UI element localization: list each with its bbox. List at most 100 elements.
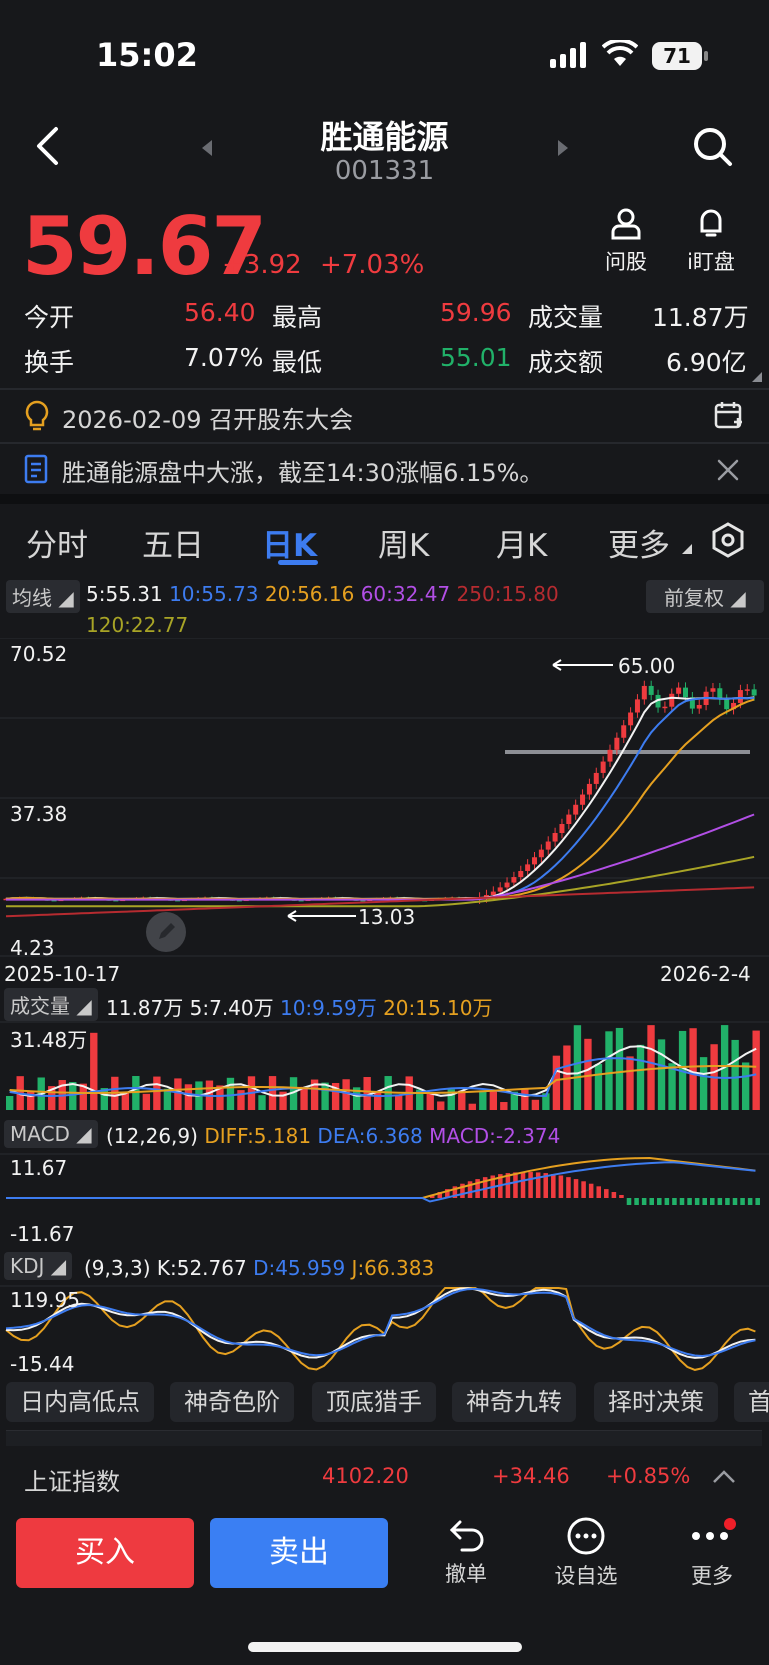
chip-color-scale[interactable]: 神奇色阶 <box>170 1382 294 1422</box>
ma-label: 均线 <box>12 586 52 610</box>
volume-bar <box>468 1103 476 1110</box>
candle-body <box>696 704 702 709</box>
date-end: 2026-2-4 <box>660 962 751 986</box>
macd-bar <box>573 1179 579 1198</box>
kdj-k-line <box>5 1287 756 1359</box>
index-value: 4102.20 <box>322 1464 409 1488</box>
macd-chart[interactable] <box>0 1152 769 1244</box>
candle-body <box>566 814 572 825</box>
add-watchlist-button[interactable]: 设自选 <box>548 1516 624 1590</box>
next-stock-icon[interactable] <box>556 140 568 156</box>
macd-bar <box>755 1198 760 1205</box>
index-bar[interactable]: 上证指数 4102.20 +34.46 +0.85% <box>0 1452 769 1502</box>
volume-bar <box>531 1099 540 1110</box>
candle-body <box>600 761 606 773</box>
expand-corner-icon[interactable] <box>752 372 762 382</box>
settings-hex-icon[interactable] <box>710 522 746 558</box>
cancel-order-button[interactable]: 撤单 <box>434 1516 498 1588</box>
macd-bar <box>596 1186 602 1198</box>
macd-bar <box>672 1198 677 1205</box>
tab-weekly-k[interactable]: 周K <box>378 520 429 565</box>
chip-timing[interactable]: 择时决策 <box>594 1382 718 1422</box>
volume-indicator-label: 成交量 <box>10 994 70 1018</box>
calendar-icon[interactable] <box>714 400 744 430</box>
ma20-line <box>5 698 755 900</box>
status-time: 15:02 <box>96 36 198 74</box>
candle-body <box>573 804 579 815</box>
volume-bar <box>594 1063 603 1110</box>
candle-body <box>662 706 668 709</box>
kdj-selector[interactable]: KDJ ◢ <box>4 1252 73 1280</box>
buy-button[interactable]: 买入 <box>16 1518 194 1588</box>
macd-dea-line <box>6 1161 756 1203</box>
candle-body <box>532 857 537 865</box>
tab-daily-k[interactable]: 日K <box>262 520 317 565</box>
add-watchlist-label: 设自选 <box>554 1564 618 1588</box>
ma60-value: 60:32.47 <box>360 582 451 606</box>
chevron-up-icon[interactable] <box>712 1468 736 1484</box>
candle-body <box>648 685 654 695</box>
tab-five-day[interactable]: 五日 <box>142 520 204 565</box>
pencil-icon <box>159 923 175 939</box>
document-icon <box>24 454 48 484</box>
chip-top-bottom[interactable]: 顶底猎手 <box>312 1382 436 1422</box>
macd-ymax: 11.67 <box>10 1156 68 1180</box>
macd-bar <box>664 1198 670 1205</box>
kdj-j: J:66.383 <box>351 1256 435 1280</box>
kdj-values: (9,3,3) K:52.767 D:45.959 J:66.383 <box>84 1256 434 1280</box>
volume-bar <box>689 1028 697 1110</box>
volume-ma10: 10:9.59万 <box>279 996 377 1020</box>
macd-selector[interactable]: MACD ◢ <box>4 1120 98 1148</box>
stock-code: 001331 <box>334 156 435 186</box>
more-button[interactable]: 更多 <box>680 1516 744 1590</box>
volume-bar <box>258 1095 266 1110</box>
event-notice[interactable]: 2026-02-09 召开股东大会 <box>0 392 769 440</box>
ma-selector[interactable]: 均线 ◢ <box>6 580 80 613</box>
candle-body <box>607 749 613 762</box>
candle-body <box>559 824 565 833</box>
search-icon[interactable] <box>692 126 734 168</box>
home-indicator <box>248 1642 522 1652</box>
macd-bar <box>551 1174 556 1198</box>
bulb-icon <box>25 400 49 431</box>
sell-button[interactable]: 卖出 <box>210 1518 388 1588</box>
chip-intraday-highlow[interactable]: 日内高低点 <box>6 1382 154 1422</box>
close-icon[interactable] <box>716 458 740 482</box>
macd-bar <box>604 1189 609 1198</box>
news-notice[interactable]: 胜通能源盘中大涨，截至14:30涨幅6.15%。 <box>0 446 769 492</box>
volume-bar <box>731 1039 739 1110</box>
ask-stock-label: 问股 <box>605 250 647 274</box>
high-marker-arrow <box>552 659 613 671</box>
kdj-chart[interactable] <box>0 1284 769 1376</box>
macd-bar <box>619 1194 624 1198</box>
volume-selector[interactable]: 成交量 ◢ <box>4 988 98 1021</box>
volume-chart[interactable] <box>0 1020 769 1112</box>
macd-bar <box>558 1175 564 1198</box>
watch-button[interactable]: i盯盘 <box>676 206 746 276</box>
ask-stock-button[interactable]: 问股 <box>596 206 656 276</box>
tab-monthly-k[interactable]: 月K <box>496 520 547 565</box>
person-icon <box>611 208 641 240</box>
volume-bar <box>647 1025 655 1110</box>
ma5-value: 5:55.31 <box>86 582 163 606</box>
volume-bar <box>752 1030 760 1110</box>
chip-more[interactable]: 首 <box>734 1382 769 1422</box>
index-name: 上证指数 <box>24 1468 120 1496</box>
volume-bar <box>90 1032 98 1110</box>
tab-intraday[interactable]: 分时 <box>26 520 88 565</box>
draw-tool-button[interactable] <box>146 912 186 952</box>
volume-bar <box>605 1031 613 1110</box>
status-bar: 15:02 71 <box>0 0 769 110</box>
volume-bar <box>6 1096 14 1110</box>
dropdown-corner-icon <box>682 544 692 554</box>
adjust-selector[interactable]: 前复权 ◢ <box>646 580 764 613</box>
kline-ymin: 4.23 <box>10 936 55 960</box>
macd-ymin: -11.67 <box>10 1222 75 1246</box>
volume-bar <box>395 1094 403 1110</box>
candle-body <box>621 725 627 738</box>
candle-body <box>634 699 640 713</box>
tab-more[interactable]: 更多 <box>608 520 670 565</box>
volume-bar <box>300 1086 308 1110</box>
candle-body <box>490 891 496 896</box>
chip-magic-nine[interactable]: 神奇九转 <box>452 1382 576 1422</box>
